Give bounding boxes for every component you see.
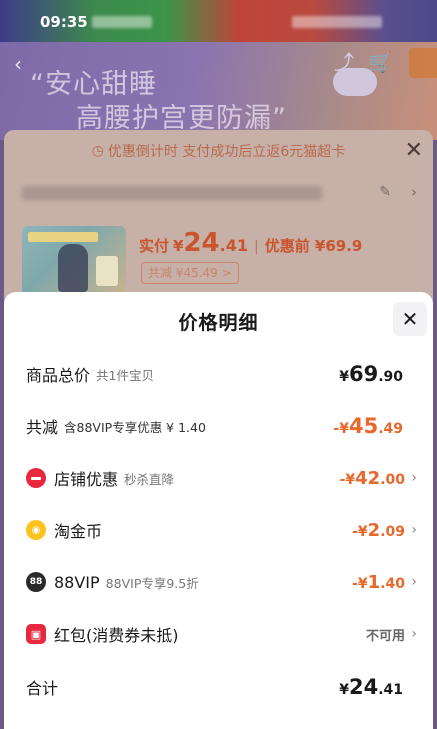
paid-label: 实付 <box>139 237 170 255</box>
badge <box>333 68 377 96</box>
row-label: 红包(消费券未抵) <box>54 626 179 645</box>
amount-decimal: .49 <box>378 421 403 437</box>
row-value-text: 不可用 <box>365 628 405 644</box>
product-package <box>96 256 118 286</box>
product-thumbnail <box>22 226 126 296</box>
amount-currency: -¥ <box>352 575 368 592</box>
paid-currency: ¥ <box>173 237 184 255</box>
total-reduction-chip[interactable]: 共减 ¥45.49 > <box>141 262 239 284</box>
row-amount: -¥ 42 .00 <box>340 468 405 489</box>
red-packet-icon: ▣ <box>26 624 46 644</box>
amount-integer: 24 <box>348 675 379 699</box>
row-label: 合计 <box>26 679 59 698</box>
product-figure <box>58 244 88 292</box>
amount-integer: 45 <box>348 414 379 438</box>
chevron-right-icon[interactable]: › <box>411 183 417 201</box>
status-time: 09:35 <box>40 13 88 31</box>
floating-tab <box>409 48 437 78</box>
countdown-text: 优惠倒计时 支付成功后立返6元猫超卡 <box>107 144 346 160</box>
row-total-discount: 共减 含88VIP专享优惠 ¥ 1.40 -¥ 45 .49 <box>4 406 433 446</box>
row-sub: 秒杀直降 <box>124 471 175 487</box>
amount-currency: ¥ <box>339 682 349 698</box>
amount-decimal: .09 <box>380 523 405 540</box>
blurred-status-text <box>92 16 152 28</box>
row-sub: 共1件宝贝 <box>96 367 154 383</box>
chevron-right-icon: › <box>411 626 417 642</box>
shop-icon <box>26 468 46 488</box>
amount-currency: ¥ <box>339 369 349 385</box>
row-label: 88VIP <box>54 572 100 592</box>
amount-integer: 69 <box>348 362 379 386</box>
row-goods-total: 商品总价 共1件宝贝 ¥ 69 .90 <box>4 354 433 394</box>
row-sub: 含88VIP专享优惠 ¥ 1.40 <box>64 419 206 435</box>
row-label: 店铺优惠 <box>54 470 119 489</box>
row-88vip[interactable]: 88 88VIP 88VIP专享9.5折 -¥ 1 .40 › <box>4 562 433 602</box>
price-separator: | <box>253 239 259 255</box>
product-tag <box>28 232 98 242</box>
paid-price: 实付 ¥ 24 .41 | 优惠前 ¥69.9 <box>139 228 362 258</box>
row-label: 共减 <box>26 418 59 437</box>
price-detail-sheet: 价格明细 ✕ 商品总价 共1件宝贝 ¥ 69 .90 共减 含88VIP专享优惠… <box>4 292 433 729</box>
row-taojinbi[interactable]: ◉ 淘金币 -¥ 2 .09 › <box>4 510 433 550</box>
chevron-right-icon: › <box>411 470 417 486</box>
row-label: 淘金币 <box>54 522 103 541</box>
edit-icon[interactable]: ✎ <box>379 184 391 200</box>
sheet-title: 价格明细 <box>178 312 259 334</box>
vip-icon: 88 <box>26 572 46 592</box>
address-text[interactable] <box>22 186 322 200</box>
amount-decimal: .00 <box>380 471 405 488</box>
clock-icon: ◷ <box>91 143 104 159</box>
amount-currency: -¥ <box>333 421 349 437</box>
row-amount: -¥ 45 .49 <box>333 414 403 438</box>
amount-currency: -¥ <box>339 471 356 488</box>
paid-decimal: .41 <box>219 236 248 255</box>
blurred-status-text <box>292 16 382 28</box>
row-amount: ¥ 69 .90 <box>339 362 403 386</box>
screen: 09:35 ‹ “安心甜睡 高腰护宫更防漏” ⤴ 🛒 ◷ 优惠倒计时 支付成功后… <box>0 0 437 729</box>
coin-icon: ◉ <box>26 520 46 540</box>
row-sub: 88VIP专享9.5折 <box>105 575 199 591</box>
close-button[interactable]: ✕ <box>393 302 427 336</box>
close-icon: ✕ <box>401 307 419 331</box>
row-amount: -¥ 1 .40 <box>352 572 405 593</box>
countdown-banner: ◷ 优惠倒计时 支付成功后立返6元猫超卡 <box>0 130 437 172</box>
countdown-close-icon[interactable]: ✕ <box>405 138 423 163</box>
amount-integer: 2 <box>367 519 381 541</box>
price-before-discount: 优惠前 ¥69.9 <box>264 237 363 255</box>
paid-integer: 24 <box>183 228 220 258</box>
amount-currency: -¥ <box>352 523 368 540</box>
row-sum: 合计 ¥ 24 .41 <box>4 667 433 707</box>
row-amount: -¥ 2 .09 <box>352 520 405 541</box>
row-shop-discount[interactable]: 店铺优惠 秒杀直降 -¥ 42 .00 › <box>4 458 433 498</box>
amount-decimal: .40 <box>380 575 405 592</box>
chevron-right-icon: › <box>411 574 417 590</box>
amount-integer: 42 <box>355 467 381 489</box>
chevron-right-icon: › <box>411 522 417 538</box>
amount-decimal: .41 <box>378 682 403 698</box>
amount-decimal: .90 <box>378 369 403 385</box>
row-label: 商品总价 <box>26 366 91 385</box>
row-amount: ¥ 24 .41 <box>339 675 403 699</box>
status-bar: 09:35 <box>0 0 437 42</box>
amount-integer: 1 <box>367 571 381 593</box>
row-red-packet[interactable]: ▣ 红包(消费券未抵) 不可用 › <box>4 614 433 654</box>
